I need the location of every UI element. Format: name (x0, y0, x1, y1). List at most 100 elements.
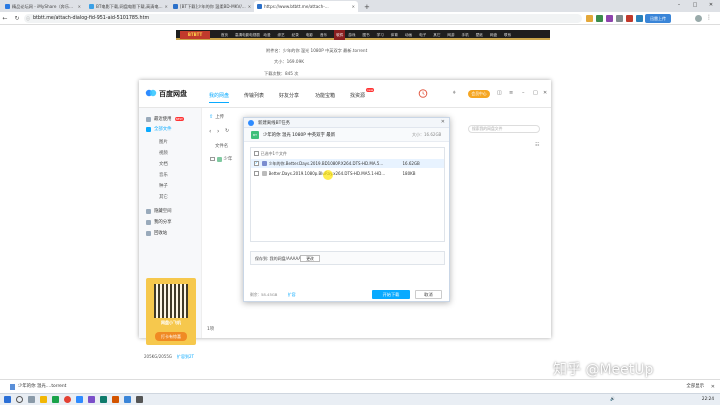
site-logo[interactable]: BTBTT (180, 31, 210, 39)
site-nav-item[interactable]: 图书 (362, 30, 369, 40)
extension-icon[interactable] (606, 15, 613, 22)
select-all-checkbox[interactable] (254, 151, 259, 156)
new-tab-button[interactable]: + (361, 1, 371, 12)
maximize-icon[interactable]: □ (533, 90, 538, 96)
close-download-bar-icon[interactable]: ✕ (711, 382, 715, 392)
diamond-icon[interactable]: ♦ (452, 90, 456, 96)
settings-menu-icon[interactable]: ≡ (509, 90, 513, 96)
site-nav-item[interactable]: 首页 (221, 30, 228, 40)
cancel-button[interactable]: 取消 (415, 290, 442, 299)
site-nav-item[interactable]: 综艺 (277, 30, 284, 40)
file-explorer-icon[interactable] (40, 396, 47, 403)
thunder-upload-button[interactable]: 迅雷上传 (645, 14, 671, 23)
expand-storage-link[interactable]: 扩容到2T (177, 354, 194, 360)
back-icon[interactable]: ‹ (209, 128, 211, 135)
maximize-button[interactable]: □ (688, 0, 702, 10)
show-all-downloads-button[interactable]: 全部显示 (686, 382, 704, 392)
site-nav-item[interactable]: 纪录 (292, 30, 299, 40)
search-icon[interactable] (16, 396, 23, 403)
back-arrow-icon[interactable]: ← (1, 14, 9, 23)
browser-tab-2[interactable]: BT电影下载,网盘电影下载,高清电... ✕ (86, 1, 168, 12)
site-nav-item[interactable]: 体育 (391, 30, 398, 40)
forward-icon[interactable]: › (217, 128, 219, 135)
extension-icon[interactable] (586, 15, 593, 22)
netdisk-search-input[interactable]: 搜索我的网盘文件 (468, 125, 540, 133)
row-checkbox[interactable] (210, 156, 215, 162)
extension-icon[interactable] (596, 15, 603, 22)
sidebar-item[interactable]: 我的分享 (146, 219, 172, 225)
minimize-button[interactable]: – (672, 0, 686, 10)
file-checkbox[interactable] (254, 171, 259, 176)
sidebar-item[interactable]: 隐藏空间 (146, 208, 172, 214)
site-nav-item[interactable]: 壁纸 (476, 30, 483, 40)
download-item[interactable]: 少年的你 温光....torrent (8, 382, 88, 392)
site-nav-item[interactable]: 电子 (419, 30, 426, 40)
select-all-row[interactable]: 已选中1个文件 (251, 149, 444, 158)
start-menu-icon[interactable] (4, 396, 11, 403)
file-row[interactable]: Better.Days.2019.1080p.BluRay.x264.DTS-H… (251, 169, 444, 178)
extension-icon[interactable] (626, 15, 633, 22)
app-icon[interactable] (88, 396, 95, 403)
app-icon[interactable] (124, 396, 131, 403)
refresh-icon[interactable]: ↻ (225, 128, 229, 134)
close-tab-icon[interactable]: ✕ (248, 4, 251, 9)
site-nav-item[interactable]: 软件 (334, 30, 346, 40)
chrome-icon[interactable] (64, 396, 71, 403)
sidebar-item[interactable]: 回收站 (146, 230, 167, 236)
skin-icon[interactable]: ◫ (497, 90, 502, 96)
file-row[interactable]: 少年 (207, 156, 232, 162)
sidebar-item[interactable]: 文档 (159, 161, 168, 167)
minimize-icon[interactable]: – (522, 90, 525, 96)
nav-friend-share[interactable]: 好友分享 (279, 92, 299, 99)
close-window-button[interactable]: ✕ (704, 0, 718, 10)
site-nav-item[interactable]: 高清电影 (235, 30, 249, 40)
clock[interactable]: 22:24 (702, 396, 714, 401)
promo-button[interactable]: 打卡有惊喜 (155, 332, 187, 341)
site-nav-item[interactable]: 游戏 (348, 30, 355, 40)
promo-card[interactable]: 网盘小飞机 打卡有惊喜 (146, 278, 196, 345)
site-nav-item[interactable]: 音乐 (320, 30, 327, 40)
task-view-icon[interactable] (28, 396, 35, 403)
close-icon[interactable]: ✕ (543, 90, 547, 96)
nav-toolbox[interactable]: 功能宝箱 (315, 92, 335, 99)
menu-kebab-icon[interactable]: ⋮ (706, 15, 713, 22)
site-nav-item[interactable]: 电视剧 (249, 30, 260, 40)
close-tab-icon[interactable]: ✕ (352, 4, 355, 9)
start-download-button[interactable]: 开始下载 (372, 290, 410, 299)
site-nav-item[interactable]: 动画 (405, 30, 412, 40)
netdisk-app-icon[interactable] (76, 396, 83, 403)
browser-tab-3[interactable]: [BT下载]少年的你 温柔BD-MKV/... ✕ (170, 1, 252, 12)
app-icon[interactable] (112, 396, 119, 403)
nav-find-resources[interactable]: 找资源 (350, 92, 365, 99)
nav-transfer-list[interactable]: 传输列表 (244, 92, 264, 99)
sidebar-item[interactable]: 视频 (159, 150, 168, 156)
site-nav-item[interactable]: 学习 (377, 30, 384, 40)
extension-icon[interactable] (636, 15, 643, 22)
file-checkbox-checked[interactable]: ✓ (254, 161, 259, 166)
sidebar-item[interactable]: 全部文件 (146, 126, 172, 132)
close-tab-icon[interactable]: ✕ (78, 4, 81, 9)
app-icon[interactable] (100, 396, 107, 403)
site-nav-item[interactable]: 动漫 (263, 30, 270, 40)
change-path-button[interactable]: 更改 (300, 255, 320, 262)
site-nav-item[interactable]: 其它 (433, 30, 440, 40)
dialog-close-button[interactable]: ✕ (441, 119, 445, 125)
sidebar-item[interactable]: 其它 (159, 194, 168, 200)
sidebar-item[interactable]: 最近使用 NEW (146, 116, 184, 122)
site-nav-item[interactable]: 手机 (462, 30, 469, 40)
wechat-icon[interactable] (52, 396, 59, 403)
vip-center-button[interactable]: 会员中心 (468, 90, 490, 98)
site-nav-item[interactable]: 联系 (504, 30, 511, 40)
sidebar-item[interactable]: 种子 (159, 183, 168, 189)
site-nav-item[interactable]: 网游 (447, 30, 454, 40)
browser-tab-1[interactable]: 精品论坛网 - iMyShare（奔乐... ✕ (2, 1, 84, 12)
upload-button[interactable]: ⇧ 上传 (209, 114, 224, 120)
address-bar[interactable]: ⓘ btbtt.me/attach-dialog-fid-951-aid-510… (24, 14, 582, 23)
app-icon[interactable] (136, 396, 143, 403)
expand-link[interactable]: 扩容 (288, 292, 296, 298)
close-tab-icon[interactable]: ✕ (165, 4, 168, 9)
nav-my-netdisk[interactable]: 我的网盘 (209, 92, 230, 103)
sidebar-item[interactable]: 图片 (159, 139, 168, 145)
extension-icon[interactable] (616, 15, 623, 22)
browser-tab-active[interactable]: https://www.btbtt.me/attach-... ✕ (254, 1, 358, 12)
